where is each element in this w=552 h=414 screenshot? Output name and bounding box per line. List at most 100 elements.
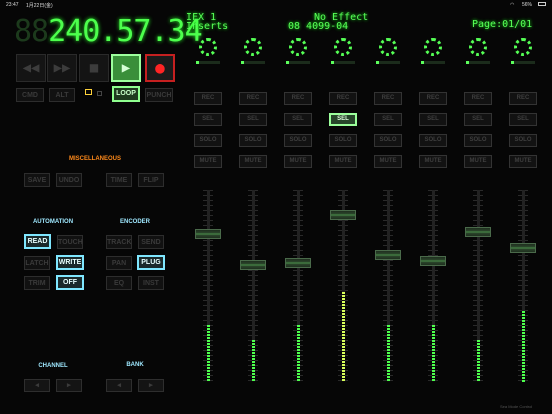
strip-rec-button[interactable]: REC bbox=[374, 92, 402, 105]
forward-button[interactable]: ▶▶ bbox=[47, 54, 77, 82]
monitor-icon[interactable] bbox=[85, 89, 92, 95]
lcd-page: Page:01/01 bbox=[472, 19, 533, 30]
strip-sel-button[interactable]: SEL bbox=[239, 113, 267, 126]
level-meter bbox=[342, 292, 345, 382]
loop-button[interactable]: LOOP bbox=[112, 86, 140, 102]
automation-title: AUTOMATION bbox=[32, 219, 74, 225]
strip-solo-button[interactable]: SOLO bbox=[239, 134, 267, 147]
strip-sel-button[interactable]: SEL bbox=[464, 113, 492, 126]
strip-sel-button[interactable]: SEL bbox=[509, 113, 537, 126]
bank-left-button[interactable]: ◀ bbox=[106, 379, 132, 392]
status-battery: 56% bbox=[522, 2, 533, 8]
vpot-knob[interactable] bbox=[199, 38, 217, 56]
touch-button[interactable]: TOUCH bbox=[57, 235, 83, 249]
bank-right-button[interactable]: ▶ bbox=[138, 379, 164, 392]
cmd-button[interactable]: CMD bbox=[16, 88, 44, 102]
strip-rec-button[interactable]: REC bbox=[284, 92, 312, 105]
vpot-level-fill bbox=[511, 61, 514, 64]
channel-right-button[interactable]: ▶ bbox=[56, 379, 82, 392]
strip-sel-button[interactable]: SEL bbox=[194, 113, 222, 126]
play-icon: ▶ bbox=[121, 60, 131, 76]
vpot-knob[interactable] bbox=[514, 38, 532, 56]
strip-mute-button[interactable]: MUTE bbox=[419, 155, 447, 168]
inst-button[interactable]: INST bbox=[138, 276, 164, 290]
strip-rec-button[interactable]: REC bbox=[509, 92, 537, 105]
strip-mute-button[interactable]: MUTE bbox=[509, 155, 537, 168]
pan-button[interactable]: PAN bbox=[106, 256, 132, 270]
record-button[interactable]: ● bbox=[145, 54, 175, 82]
strip-solo-button[interactable]: SOLO bbox=[329, 134, 357, 147]
fader-cap[interactable] bbox=[330, 210, 356, 220]
strip-rec-button[interactable]: REC bbox=[329, 92, 357, 105]
strip-solo-button[interactable]: SOLO bbox=[194, 134, 222, 147]
stop-button[interactable]: ■ bbox=[79, 54, 109, 82]
fader-cap[interactable] bbox=[195, 229, 221, 239]
fader-cap[interactable] bbox=[240, 260, 266, 270]
vpot-level-bar bbox=[376, 61, 400, 64]
strip-solo-button[interactable]: SOLO bbox=[284, 134, 312, 147]
vpot-knob[interactable] bbox=[289, 38, 307, 56]
fader-cap[interactable] bbox=[465, 227, 491, 237]
strip-sel-button[interactable]: SEL bbox=[329, 113, 357, 126]
strip-mute-button[interactable]: MUTE bbox=[464, 155, 492, 168]
save-button[interactable]: SAVE bbox=[24, 173, 50, 187]
fader-cap[interactable] bbox=[285, 258, 311, 268]
battery-icon bbox=[538, 2, 546, 6]
vpot-knob[interactable] bbox=[244, 38, 262, 56]
record-icon: ● bbox=[155, 58, 165, 77]
rewind-button[interactable]: ◀◀ bbox=[16, 54, 46, 82]
bank-right-icon: ▶ bbox=[148, 381, 154, 389]
fader-cap[interactable] bbox=[375, 250, 401, 260]
small-square-icon[interactable] bbox=[97, 91, 102, 96]
strip-sel-button[interactable]: SEL bbox=[419, 113, 447, 126]
strip-mute-button[interactable]: MUTE bbox=[329, 155, 357, 168]
vpot-level-bar bbox=[241, 61, 265, 64]
strip-solo-button[interactable]: SOLO bbox=[419, 134, 447, 147]
vpot-knob[interactable] bbox=[424, 38, 442, 56]
strip-rec-button[interactable]: REC bbox=[419, 92, 447, 105]
strip-rec-button[interactable]: REC bbox=[194, 92, 222, 105]
vpot-knob[interactable] bbox=[334, 38, 352, 56]
status-time: 23:47 bbox=[6, 2, 19, 8]
track-button[interactable]: TRACK bbox=[106, 235, 132, 249]
vpot-level-fill bbox=[286, 61, 289, 64]
strip-solo-button[interactable]: SOLO bbox=[464, 134, 492, 147]
strip-mute-button[interactable]: MUTE bbox=[239, 155, 267, 168]
strip-solo-button[interactable]: SOLO bbox=[374, 134, 402, 147]
strip-rec-button[interactable]: REC bbox=[464, 92, 492, 105]
strip-sel-button[interactable]: SEL bbox=[374, 113, 402, 126]
level-meter bbox=[432, 325, 435, 382]
latch-button[interactable]: LATCH bbox=[24, 256, 50, 270]
alt-button[interactable]: ALT bbox=[49, 88, 75, 102]
time-button[interactable]: TIME bbox=[106, 173, 132, 187]
stop-icon: ■ bbox=[89, 60, 99, 76]
strip-solo-button[interactable]: SOLO bbox=[509, 134, 537, 147]
punch-button[interactable]: PUNCH bbox=[145, 88, 173, 102]
undo-button[interactable]: UNDO bbox=[56, 173, 82, 187]
flip-button[interactable]: FLIP bbox=[138, 173, 164, 187]
strip-mute-button[interactable]: MUTE bbox=[284, 155, 312, 168]
lcd-line2-mid: 08 4099-04 bbox=[288, 21, 349, 32]
vpot-knob[interactable] bbox=[379, 38, 397, 56]
vpot-knob[interactable] bbox=[469, 38, 487, 56]
strip-rec-button[interactable]: REC bbox=[239, 92, 267, 105]
channel-left-button[interactable]: ◀ bbox=[24, 379, 50, 392]
status-bar: 23:47 1月22日(金) ◠ 56% bbox=[0, 0, 552, 10]
level-meter bbox=[477, 340, 480, 382]
lcd-line2-left: Inserts bbox=[186, 21, 229, 32]
status-date: 1月22日(金) bbox=[26, 3, 53, 9]
trim-button[interactable]: TRIM bbox=[24, 276, 50, 290]
fader-cap[interactable] bbox=[510, 243, 536, 253]
strip-mute-button[interactable]: MUTE bbox=[194, 155, 222, 168]
send-button[interactable]: SEND bbox=[138, 235, 164, 249]
play-button[interactable]: ▶ bbox=[111, 54, 141, 82]
write-button[interactable]: WRITE bbox=[56, 255, 84, 270]
vpot-level-bar bbox=[331, 61, 355, 64]
eq-button[interactable]: EQ bbox=[106, 276, 132, 290]
off-button[interactable]: OFF bbox=[56, 275, 84, 290]
fader-cap[interactable] bbox=[420, 256, 446, 266]
strip-sel-button[interactable]: SEL bbox=[284, 113, 312, 126]
plug-button[interactable]: PLUG bbox=[137, 255, 165, 270]
read-button[interactable]: READ bbox=[24, 234, 51, 249]
strip-mute-button[interactable]: MUTE bbox=[374, 155, 402, 168]
